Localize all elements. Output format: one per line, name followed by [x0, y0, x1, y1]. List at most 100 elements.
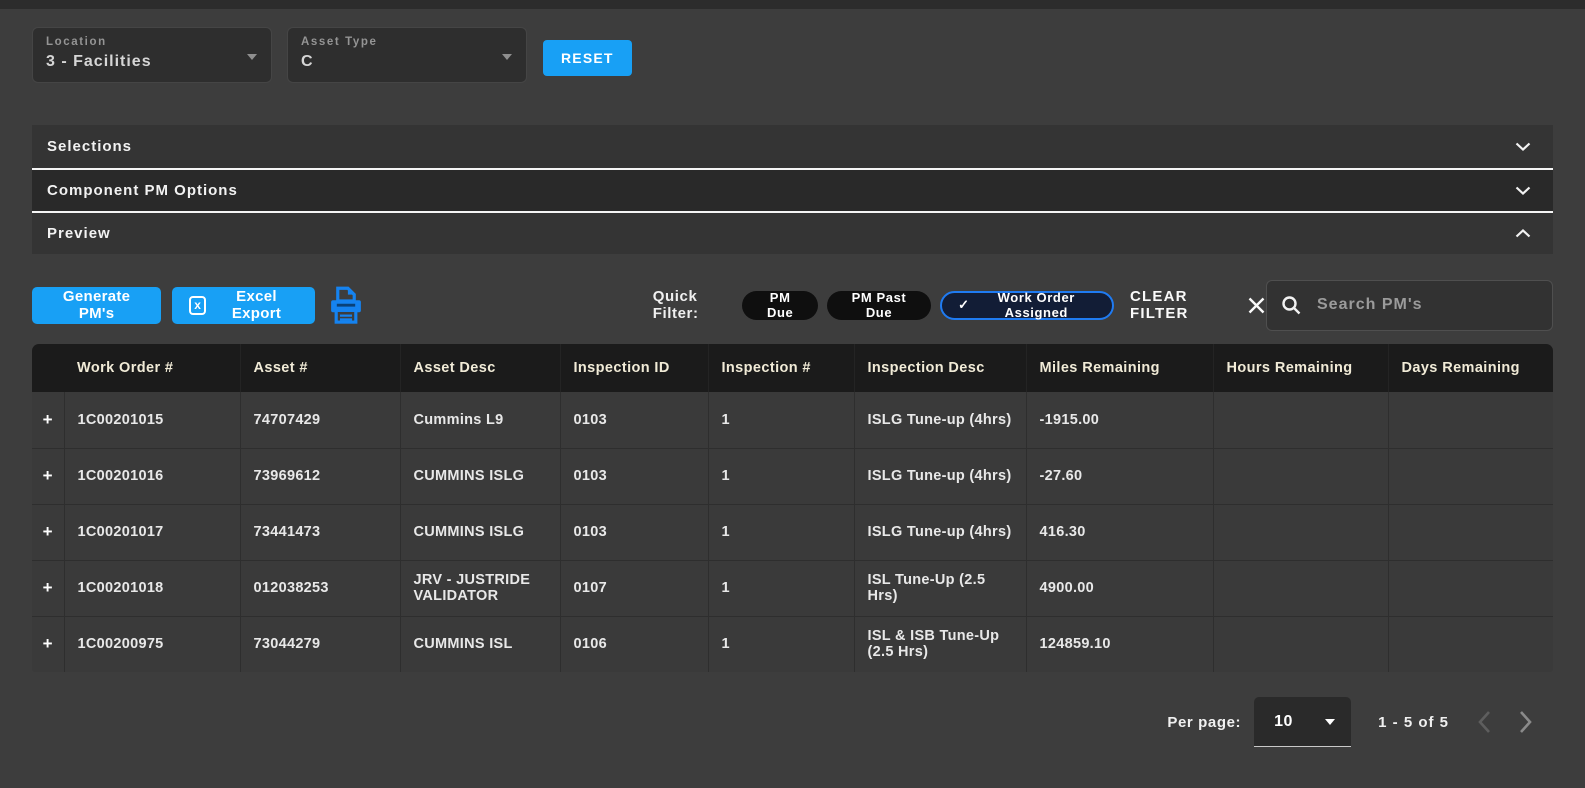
cell-work-order: 1C00201018	[64, 560, 240, 616]
location-value: 3 - Facilities	[46, 53, 241, 71]
cell-inspection-num: 1	[708, 448, 854, 504]
asset-type-select[interactable]: Asset Type C	[287, 27, 527, 83]
chevron-down-icon	[1515, 186, 1531, 195]
cell-asset: 74707429	[240, 392, 400, 448]
accordion-section-preview[interactable]: Preview	[32, 211, 1553, 254]
pill-label: PM Past Due	[843, 290, 915, 320]
chevron-up-icon	[1515, 229, 1531, 238]
cell-days-remaining	[1388, 616, 1553, 672]
cell-miles-remaining: 124859.10	[1026, 616, 1213, 672]
column-header-inspection-id[interactable]: Inspection ID	[560, 344, 708, 392]
cell-miles-remaining: 4900.00	[1026, 560, 1213, 616]
column-header-asset[interactable]: Asset #	[240, 344, 400, 392]
cell-hours-remaining	[1213, 616, 1388, 672]
location-select[interactable]: Location 3 - Facilities	[32, 27, 272, 83]
cell-hours-remaining	[1213, 392, 1388, 448]
pill-label: Work Order Assigned	[977, 290, 1096, 320]
column-header-hours-remaining[interactable]: Hours Remaining	[1213, 344, 1388, 392]
asset-type-label: Asset Type	[301, 36, 496, 48]
row-expand-button[interactable]: +	[32, 392, 64, 448]
table-row: +1C0020101574707429Cummins L901031ISLG T…	[32, 392, 1553, 448]
quick-filter-label: Quick Filter:	[653, 288, 734, 322]
cell-work-order: 1C00201016	[64, 448, 240, 504]
cell-inspection-desc: ISLG Tune-up (4hrs)	[854, 448, 1026, 504]
accordion-label: Preview	[47, 225, 111, 242]
pill-pm-due[interactable]: PM Due	[742, 291, 817, 320]
cell-asset: 73044279	[240, 616, 400, 672]
excel-export-label: Excel Export	[215, 288, 297, 322]
print-icon[interactable]	[327, 285, 365, 326]
caret-down-icon	[502, 54, 512, 60]
per-page-select[interactable]: 10	[1254, 697, 1351, 747]
row-expand-button[interactable]: +	[32, 560, 64, 616]
cell-asset-desc: JRV - JUSTRIDE VALIDATOR	[400, 560, 560, 616]
cell-days-remaining	[1388, 448, 1553, 504]
column-header-days-remaining[interactable]: Days Remaining	[1388, 344, 1553, 392]
caret-down-icon	[1325, 719, 1335, 725]
cell-inspection-id: 0107	[560, 560, 708, 616]
table-row: +1C0020101673969612CUMMINS ISLG01031ISLG…	[32, 448, 1553, 504]
cell-inspection-num: 1	[708, 504, 854, 560]
table-row: +1C0020101773441473CUMMINS ISLG01031ISLG…	[32, 504, 1553, 560]
column-header-asset-desc[interactable]: Asset Desc	[400, 344, 560, 392]
row-expand-button[interactable]: +	[32, 616, 64, 672]
cell-hours-remaining	[1213, 560, 1388, 616]
cell-inspection-id: 0103	[560, 448, 708, 504]
column-header-inspection-num[interactable]: Inspection #	[708, 344, 854, 392]
cell-inspection-num: 1	[708, 392, 854, 448]
accordion-section-selections[interactable]: Selections	[32, 125, 1553, 168]
cell-miles-remaining: -27.60	[1026, 448, 1213, 504]
pagination-bar: Per page: 10 1 - 5 of 5	[32, 697, 1553, 747]
previous-page-icon[interactable]	[1477, 710, 1491, 734]
cell-hours-remaining	[1213, 448, 1388, 504]
column-header-miles-remaining[interactable]: Miles Remaining	[1026, 344, 1213, 392]
search-input[interactable]	[1315, 295, 1538, 315]
generate-pms-button[interactable]: Generate PM's	[32, 287, 161, 324]
row-expand-button[interactable]: +	[32, 504, 64, 560]
cell-inspection-desc: ISLG Tune-up (4hrs)	[854, 392, 1026, 448]
preview-toolbar: Generate PM's x Excel Export Quick Filte…	[32, 279, 1553, 331]
pill-work-order-assigned[interactable]: ✓ Work Order Assigned	[940, 291, 1114, 320]
cell-asset-desc: CUMMINS ISL	[400, 616, 560, 672]
cell-inspection-num: 1	[708, 616, 854, 672]
filter-bar: Location 3 - Facilities Asset Type C RES…	[32, 27, 1553, 83]
cell-asset-desc: CUMMINS ISLG	[400, 504, 560, 560]
cell-asset: 73441473	[240, 504, 400, 560]
search-icon	[1281, 295, 1302, 316]
asset-type-value: C	[301, 53, 496, 71]
generate-pms-label: Generate PM's	[49, 288, 144, 322]
cell-asset-desc: CUMMINS ISLG	[400, 448, 560, 504]
pill-pm-past-due[interactable]: PM Past Due	[827, 291, 931, 320]
cell-days-remaining	[1388, 504, 1553, 560]
accordion: Selections Component PM Options Preview	[32, 125, 1553, 254]
per-page-label: Per page:	[1167, 714, 1241, 731]
accordion-section-component-pm-options[interactable]: Component PM Options	[32, 168, 1553, 211]
row-expand-button[interactable]: +	[32, 448, 64, 504]
per-page-value: 10	[1274, 713, 1293, 731]
next-page-icon[interactable]	[1519, 710, 1533, 734]
column-header-inspection-desc[interactable]: Inspection Desc	[854, 344, 1026, 392]
table-row: +1C00201018012038253JRV - JUSTRIDE VALID…	[32, 560, 1553, 616]
cell-inspection-desc: ISL & ISB Tune-Up (2.5 Hrs)	[854, 616, 1026, 672]
close-icon[interactable]	[1247, 296, 1266, 315]
cell-asset: 73969612	[240, 448, 400, 504]
cell-inspection-num: 1	[708, 560, 854, 616]
pm-preview-table: Work Order #Asset #Asset DescInspection …	[32, 344, 1553, 672]
excel-export-button[interactable]: x Excel Export	[172, 287, 314, 324]
quick-filter-group: Quick Filter: PM Due PM Past Due ✓ Work …	[653, 288, 1266, 322]
reset-button[interactable]: RESET	[543, 40, 632, 76]
table-body: +1C0020101574707429Cummins L901031ISLG T…	[32, 392, 1553, 672]
cell-inspection-desc: ISL Tune-Up (2.5 Hrs)	[854, 560, 1026, 616]
column-header-work-order[interactable]: Work Order #	[64, 344, 240, 392]
cell-miles-remaining: 416.30	[1026, 504, 1213, 560]
cell-inspection-id: 0106	[560, 616, 708, 672]
cell-days-remaining	[1388, 392, 1553, 448]
chevron-down-icon	[1515, 142, 1531, 151]
table-row: +1C0020097573044279CUMMINS ISL01061ISL &…	[32, 616, 1553, 672]
cell-work-order: 1C00200975	[64, 616, 240, 672]
cell-inspection-desc: ISLG Tune-up (4hrs)	[854, 504, 1026, 560]
excel-file-icon: x	[189, 296, 206, 315]
table-header-row: Work Order #Asset #Asset DescInspection …	[32, 344, 1553, 392]
clear-filter-button[interactable]: CLEAR FILTER	[1130, 288, 1233, 322]
caret-down-icon	[247, 54, 257, 60]
